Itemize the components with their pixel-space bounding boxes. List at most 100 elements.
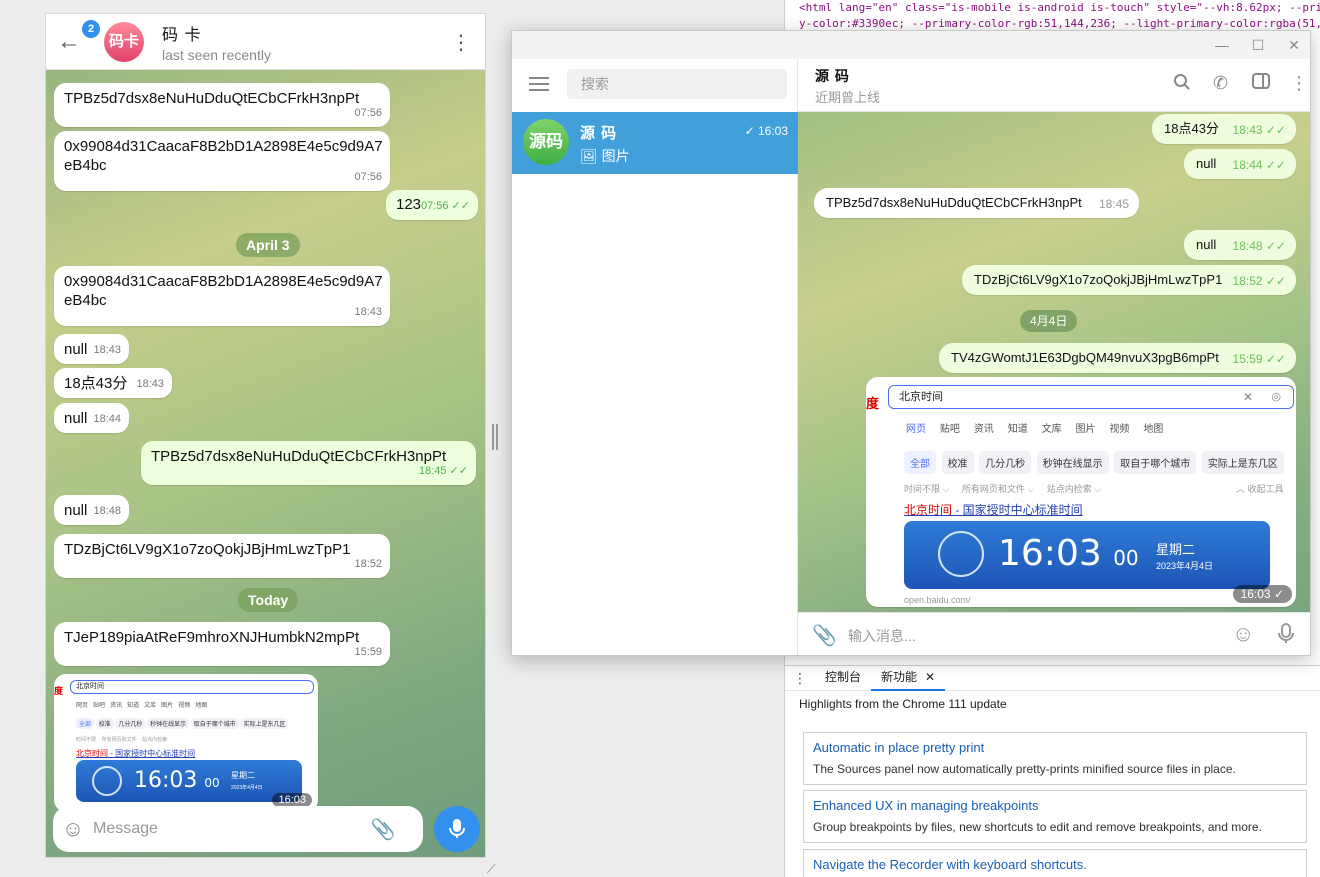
attach-icon[interactable]: 📎 — [812, 623, 837, 648]
message-out[interactable]: null 18:44 ✓✓ — [1184, 149, 1296, 179]
composer: 📎 ☺ — [798, 612, 1310, 655]
close-icon[interactable]: ✕ — [925, 670, 935, 684]
clock-time: 16:03 00 — [134, 768, 220, 793]
message-text: 0x99084d31CaacaF8B2bD1A2898E4e5c9d9A7eB4… — [64, 273, 383, 309]
whats-new-card[interactable]: Enhanced UX in managing breakpoints Grou… — [803, 790, 1307, 843]
card-desc: Group breakpoints by files, new shortcut… — [813, 820, 1262, 834]
clock-weekday: 星期二 — [231, 771, 255, 780]
message-in[interactable]: 18点43分 18:43 — [54, 368, 172, 398]
image-message[interactable]: 度 北京时间 ✕ ◎ 网页 贴吧 资讯 知道 文库 图片 视频 地图 全部 校准… — [866, 377, 1296, 607]
whats-new-card[interactable]: Navigate the Recorder with keyboard shor… — [803, 849, 1307, 877]
camera-icon: ◎ — [1271, 391, 1281, 403]
whats-new-card[interactable]: Automatic in place pretty print The Sour… — [803, 732, 1307, 785]
chat-list-item[interactable]: 源码 源 码 ✓ 16:03 🖼 图片 — [512, 112, 798, 174]
message-out[interactable]: TDzBjCt6LV9gX1o7zoQokjJBjHmLwzTpP1 18:52… — [962, 265, 1296, 295]
read-check-icon: ✓ — [744, 124, 755, 138]
message-text: 18点43分 — [64, 375, 128, 392]
baidu-clock-card: 16:03 00 星期二 2023年4月4日 — [904, 521, 1270, 589]
contact-status: last seen recently — [162, 46, 271, 63]
unread-badge: 2 — [82, 19, 100, 38]
baidu-chips: 全部 校准 几分几秒 秒钟在线显示 取自于哪个城市 实际上是东几区 — [76, 718, 289, 729]
baidu-filters: 时间不限 ⌵ 所有网页和文件 ⌵ 站点内检索 ⌵ — [904, 484, 1102, 494]
baidu-collapse-tools: ︿ 收起工具 — [1236, 484, 1284, 494]
code-line: <html lang="en" class="is-mobile is-andr… — [799, 1, 1320, 14]
baidu-filters: 时间不限 所有网页和文件 站点内检索 — [76, 737, 168, 743]
chat-time: ✓ 16:03 — [744, 124, 788, 138]
tab-whats-new[interactable]: 新功能 ✕ — [871, 665, 946, 691]
search-input[interactable] — [567, 69, 787, 99]
card-title[interactable]: Enhanced UX in managing breakpoints — [813, 797, 1297, 815]
microphone-button[interactable] — [434, 806, 480, 852]
date-separator: 4月4日 — [1020, 310, 1078, 332]
image-icon: 🖼 — [580, 148, 598, 164]
message-in[interactable]: 0x99084d31CaacaF8B2bD1A2898E4e5c9d9A7eB4… — [54, 266, 390, 326]
baidu-search-box: 北京时间 — [70, 680, 314, 694]
message-text: TV4zGWomtJ1E63DgbQM49nvuX3pgB6mpPt — [951, 350, 1219, 365]
attach-icon[interactable]: 📎 — [363, 817, 403, 842]
message-time: 18:45 — [1098, 197, 1129, 211]
window-titlebar: — ☐ ✕ — [512, 31, 1310, 59]
drawer-menu-icon[interactable]: ⋮ — [785, 670, 815, 687]
message-in[interactable]: TJeP189piaAtReF9mhroXNJHumbkN2mpPt 15:59 — [54, 622, 390, 666]
message-text: TPBz5d7dsx8eNuHuDduQtECbCFrkH3npPt — [826, 195, 1082, 210]
contact-name[interactable]: 源 码 — [815, 66, 850, 86]
close-icon[interactable]: ✕ — [1276, 37, 1310, 54]
message-out[interactable]: TPBz5d7dsx8eNuHuDduQtECbCFrkH3npPt 18:45… — [141, 441, 476, 485]
desktop-telegram-window: — ☐ ✕ 源码 源 码 ✓ 16:03 🖼 图片 源 码 近期曾上线 ✆ ⋮ … — [511, 30, 1311, 656]
message-in[interactable]: 0x99084d31CaacaF8B2bD1A2898E4e5c9d9A7eB4… — [54, 131, 390, 191]
maximize-icon[interactable]: ☐ — [1240, 37, 1276, 54]
contact-status: 近期曾上线 — [815, 90, 881, 105]
card-title[interactable]: Navigate the Recorder with keyboard shor… — [813, 856, 1297, 874]
card-title[interactable]: Automatic in place pretty print — [813, 739, 1297, 757]
message-in[interactable]: null 18:43 — [54, 334, 129, 364]
message-text: TDzBjCt6LV9gX1o7zoQokjJBjHmLwzTpP1 — [64, 541, 351, 558]
chat-list-sidebar: 源码 源 码 ✓ 16:03 🖼 图片 — [512, 59, 798, 655]
clock-weekday: 星期二 — [1156, 542, 1196, 557]
message-text: null — [64, 410, 88, 427]
microphone-icon[interactable] — [1278, 623, 1294, 650]
more-vertical-icon[interactable]: ⋮ — [1290, 73, 1308, 94]
message-in[interactable]: TPBz5d7dsx8eNuHuDduQtECbCFrkH3npPt 18:45 — [814, 188, 1139, 218]
resize-corner-icon[interactable]: ⟋ — [487, 862, 495, 877]
back-button[interactable]: ← 2 — [46, 14, 100, 70]
message-text: null — [1196, 156, 1217, 171]
message-in[interactable]: null 18:44 — [54, 403, 129, 433]
clock-icon — [938, 531, 984, 577]
image-message[interactable]: 度 北京时间 网页 贴吧 资讯 知道 文库 图片 视频 地图 全部 校准 几分几… — [54, 674, 318, 812]
message-in[interactable]: TPBz5d7dsx8eNuHuDduQtECbCFrkH3npPt 07:56 — [54, 83, 390, 127]
baidu-clock-card: 16:03 00 星期二 2023年4月4日 — [76, 760, 302, 802]
message-time: 18:44 — [93, 413, 121, 425]
minimize-icon[interactable]: — — [1204, 37, 1240, 53]
message-in[interactable]: TDzBjCt6LV9gX1o7zoQokjJBjHmLwzTpP1 18:52 — [54, 534, 390, 578]
baidu-logo: 度 — [54, 686, 64, 696]
avatar[interactable]: 码卡 — [104, 21, 144, 62]
message-out[interactable]: TV4zGWomtJ1E63DgbQM49nvuX3pgB6mpPt 15:59… — [939, 343, 1296, 373]
baidu-search-box: 北京时间 ✕ ◎ — [888, 385, 1294, 409]
message-text: TPBz5d7dsx8eNuHuDduQtECbCFrkH3npPt — [64, 90, 360, 107]
message-time: 07:56 ✓✓ — [420, 200, 470, 212]
tab-console[interactable]: 控制台 — [815, 665, 871, 691]
message-out[interactable]: null 18:48 ✓✓ — [1184, 230, 1296, 260]
message-in[interactable]: null 18:48 — [54, 495, 129, 525]
tab-whats-new-label: 新功能 — [881, 670, 918, 684]
message-input[interactable] — [93, 820, 363, 838]
contact-info[interactable]: 码 卡 last seen recently — [162, 21, 271, 63]
message-out[interactable]: 123 07:56 ✓✓ — [386, 190, 478, 220]
sidebar-toggle-icon[interactable] — [1252, 73, 1270, 94]
more-vertical-icon[interactable]: ⋮ — [451, 30, 471, 55]
phone-icon[interactable]: ✆ — [1213, 73, 1228, 94]
emoji-icon[interactable]: ☺ — [1232, 621, 1254, 647]
message-text: null — [1196, 237, 1217, 252]
composer: ☺ 📎 — [53, 806, 423, 852]
message-text: 0x99084d31CaacaF8B2bD1A2898E4e5c9d9A7eB4… — [64, 138, 383, 174]
avatar: 源码 — [523, 119, 569, 165]
message-out[interactable]: 18点43分 18:43 ✓✓ — [1152, 114, 1296, 144]
hamburger-menu-icon[interactable] — [529, 77, 549, 91]
message-input[interactable] — [848, 625, 1208, 647]
clock-date: 2023年4月4日 — [1156, 561, 1214, 571]
split-divider-handle[interactable] — [492, 424, 498, 450]
search-icon[interactable] — [1173, 73, 1191, 96]
baidu-chips: 全部 校准 几分几秒 秒钟在线显示 取自于哪个城市 实际上是东几区 — [904, 451, 1284, 474]
message-list: TPBz5d7dsx8eNuHuDduQtECbCFrkH3npPt 07:56… — [46, 70, 485, 857]
emoji-icon[interactable]: ☺ — [53, 816, 93, 842]
